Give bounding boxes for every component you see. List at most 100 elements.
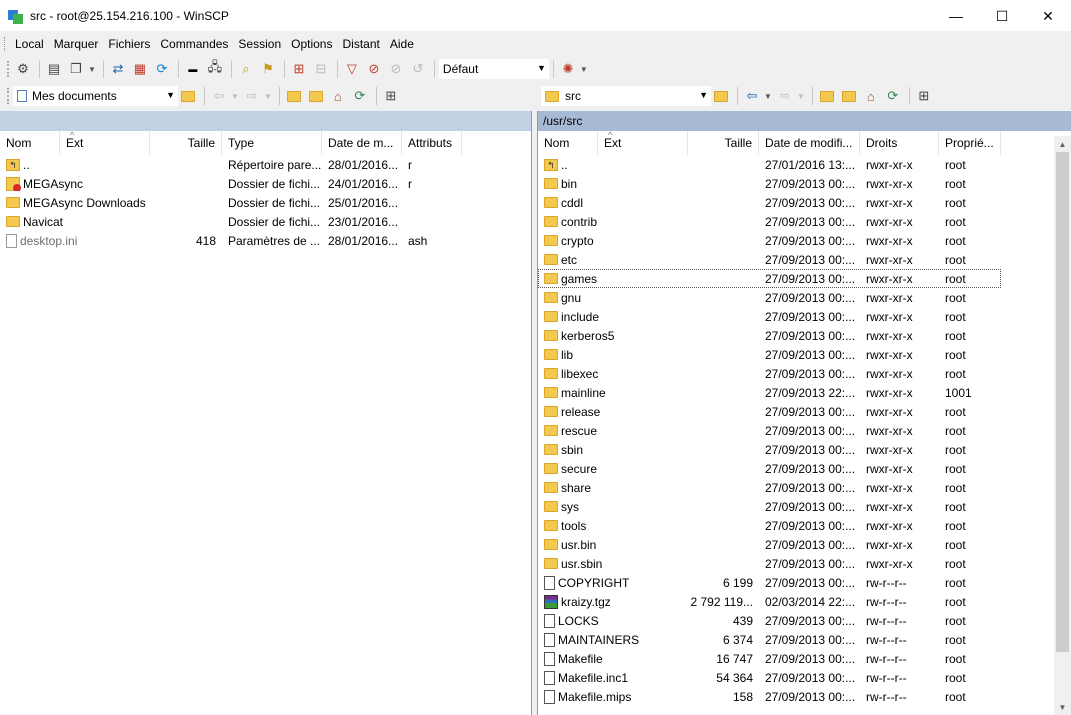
folder-row[interactable]: mainline 27/09/2013 22:... rwxr-xr-x 1001 (538, 383, 1001, 402)
column-size[interactable]: Taille (150, 131, 222, 155)
file-row[interactable]: Makefile 16 747 27/09/2013 00:... rw-r--r--… (538, 649, 1001, 668)
putty-icon[interactable]: 🖧 (205, 59, 225, 79)
left-home-icon[interactable]: ⌂ (328, 86, 348, 106)
menu-commandes[interactable]: Commandes (155, 37, 233, 51)
column-attrs[interactable]: Attributs (402, 131, 462, 155)
right-home-icon[interactable]: ⌂ (861, 86, 881, 106)
left-refresh-icon[interactable]: ⟳ (350, 86, 370, 106)
folder-row[interactable]: usr.bin 27/09/2013 00:... rwxr-xr-x root (538, 535, 1001, 554)
clear-selection-icon[interactable]: ⊘ (386, 59, 406, 79)
file-row[interactable]: desktop.ini 418 Paramètres de ... 28/01/201… (0, 231, 531, 250)
file-row[interactable]: kraizy.tgz 2 792 119... 02/03/2014 22:... r… (538, 592, 1001, 611)
folder-row[interactable]: sys 27/09/2013 00:... rwxr-xr-x root (538, 497, 1001, 516)
refresh-icon[interactable]: ⟳ (152, 59, 172, 79)
column-date[interactable]: Date de modifi... (759, 131, 860, 155)
folder-row[interactable]: games 27/09/2013 00:... rwxr-xr-x root (538, 269, 1001, 288)
close-button[interactable]: ✕ (1025, 0, 1071, 32)
console-icon[interactable]: ▬ (183, 59, 203, 79)
file-row[interactable]: MEGAsync Dossier de fichi... 24/01/2016...… (0, 174, 531, 193)
column-type[interactable]: Type (222, 131, 322, 155)
file-row[interactable]: LOCKS 439 27/09/2013 00:... rw-r--r-- root (538, 611, 1001, 630)
left-back-icon[interactable]: ⇦ (209, 86, 229, 106)
left-open-folder-icon[interactable] (178, 86, 198, 106)
column-date[interactable]: Date de m... (322, 131, 402, 155)
folder-row[interactable]: crypto 27/09/2013 00:... rwxr-xr-x root (538, 231, 1001, 250)
column-name[interactable]: Nom (0, 131, 60, 155)
remove-icon[interactable]: ⊟ (311, 59, 331, 79)
folder-row[interactable]: sbin 27/09/2013 00:... rwxr-xr-x root (538, 440, 1001, 459)
compare-directories-icon[interactable]: ▦ (130, 59, 150, 79)
menu-session[interactable]: Session (233, 37, 286, 51)
scroll-up-icon[interactable]: ▲ (1054, 136, 1071, 152)
file-row[interactable]: MEGAsync Downloads Dossier de fichi... 25/… (0, 193, 531, 212)
folder-row[interactable]: etc 27/09/2013 00:... rwxr-xr-x root (538, 250, 1001, 269)
folder-row[interactable]: kerberos5 27/09/2013 00:... rwxr-xr-x root (538, 326, 1001, 345)
scroll-down-icon[interactable]: ▼ (1054, 699, 1071, 715)
right-forward-dropdown-icon[interactable]: ▼ (797, 92, 805, 101)
file-row[interactable]: Navicat Dossier de fichi... 23/01/2016... (0, 212, 531, 231)
preferences-gear-icon[interactable]: ⚙ (13, 59, 33, 79)
folder-row[interactable]: tools 27/09/2013 00:... rwxr-xr-x root (538, 516, 1001, 535)
invert-selection-icon[interactable]: ⊘ (364, 59, 384, 79)
right-root-dir-icon[interactable] (839, 86, 859, 106)
right-back-icon[interactable]: ⇦ (742, 86, 762, 106)
menu-local[interactable]: Local (10, 37, 49, 51)
menu-marquer[interactable]: Marquer (49, 37, 104, 51)
transfer-settings-dropdown-icon[interactable]: ▼ (580, 65, 588, 74)
left-tree-icon[interactable]: ⊞ (381, 86, 401, 106)
folder-row[interactable]: bin 27/09/2013 00:... rwxr-xr-x root (538, 174, 1001, 193)
folder-row[interactable]: ↰.. 27/01/2016 13:... rwxr-xr-x root (538, 155, 1001, 174)
transfer-settings-icon[interactable]: ✺ (558, 59, 578, 79)
folder-row[interactable]: libexec 27/09/2013 00:... rwxr-xr-x root (538, 364, 1001, 383)
left-root-dir-icon[interactable] (306, 86, 326, 106)
folder-row[interactable]: usr.sbin 27/09/2013 00:... rwxr-xr-x root (538, 554, 1001, 573)
column-name[interactable]: Nom (538, 131, 598, 155)
right-location-select[interactable]: src ▼ (541, 86, 711, 106)
find-files-icon[interactable]: ⌕ (236, 59, 256, 79)
right-forward-icon[interactable]: ⇨ (775, 86, 795, 106)
menu-aide[interactable]: Aide (385, 37, 419, 51)
right-back-dropdown-icon[interactable]: ▼ (764, 92, 772, 101)
minimize-button[interactable]: — (933, 0, 979, 32)
right-open-folder-icon[interactable] (711, 86, 731, 106)
left-forward-dropdown-icon[interactable]: ▼ (264, 92, 272, 101)
copy-dropdown-icon[interactable]: ▼ (88, 65, 96, 74)
right-parent-dir-icon[interactable] (817, 86, 837, 106)
folder-row[interactable]: contrib 27/09/2013 00:... rwxr-xr-x root (538, 212, 1001, 231)
folder-row[interactable]: lib 27/09/2013 00:... rwxr-xr-x root (538, 345, 1001, 364)
menu-distant[interactable]: Distant (337, 37, 384, 51)
restore-selection-icon[interactable]: ↺ (408, 59, 428, 79)
column-owner[interactable]: Proprié... (939, 131, 1001, 155)
column-size[interactable]: Taille (688, 131, 759, 155)
menu-options[interactable]: Options (286, 37, 337, 51)
file-row[interactable]: Makefile.inc1 54 364 27/09/2013 00:... rw-r… (538, 668, 1001, 687)
file-row[interactable]: Makefile.mips 158 27/09/2013 00:... rw-r--r… (538, 687, 1001, 706)
left-parent-dir-icon[interactable] (284, 86, 304, 106)
folder-row[interactable]: rescue 27/09/2013 00:... rwxr-xr-x root (538, 421, 1001, 440)
keep-up-to-date-icon[interactable]: ⚑ (258, 59, 278, 79)
remote-vertical-scrollbar[interactable]: ▲ ▼ (1054, 136, 1071, 715)
folder-row[interactable]: cddl 27/09/2013 00:... rwxr-xr-x root (538, 193, 1001, 212)
column-rights[interactable]: Droits (860, 131, 939, 155)
maximize-button[interactable]: ☐ (979, 0, 1025, 32)
left-location-select[interactable]: Mes documents ▼ (13, 86, 178, 106)
copy-icon[interactable]: ❐ (66, 59, 86, 79)
menu-fichiers[interactable]: Fichiers (103, 37, 155, 51)
folder-row[interactable]: release 27/09/2013 00:... rwxr-xr-x root (538, 402, 1001, 421)
column-ext[interactable]: ^ Ext (598, 130, 688, 155)
right-refresh-icon[interactable]: ⟳ (883, 86, 903, 106)
queue-icon[interactable]: ▤ (44, 59, 64, 79)
column-ext[interactable]: ^ Ext (60, 130, 150, 155)
folder-row[interactable]: secure 27/09/2013 00:... rwxr-xr-x root (538, 459, 1001, 478)
filter-icon[interactable]: ▽ (342, 59, 362, 79)
right-tree-icon[interactable]: ⊞ (914, 86, 934, 106)
folder-row[interactable]: gnu 27/09/2013 00:... rwxr-xr-x root (538, 288, 1001, 307)
file-row[interactable]: ↰.. Répertoire pare... 28/01/2016... r (0, 155, 531, 174)
folder-row[interactable]: include 27/09/2013 00:... rwxr-xr-x root (538, 307, 1001, 326)
file-row[interactable]: MAINTAINERS 6 374 27/09/2013 00:... rw-r--r… (538, 630, 1001, 649)
left-forward-icon[interactable]: ⇨ (242, 86, 262, 106)
sync-browse-icon[interactable]: ⇄ (108, 59, 128, 79)
transfer-profile-select[interactable]: Défaut ▼ (438, 59, 549, 79)
file-row[interactable]: COPYRIGHT 6 199 27/09/2013 00:... rw-r--r--… (538, 573, 1001, 592)
left-back-dropdown-icon[interactable]: ▼ (231, 92, 239, 101)
